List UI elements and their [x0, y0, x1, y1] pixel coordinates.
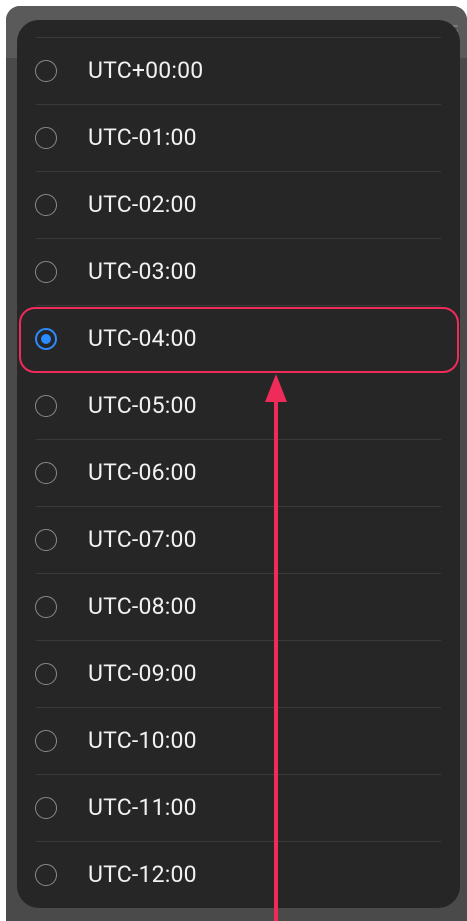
radio-unchecked-icon[interactable]	[35, 729, 57, 752]
timezone-option-label: UTC-02:00	[88, 191, 197, 218]
timezone-option[interactable]: UTC-02:00	[17, 171, 460, 238]
row-divider	[36, 439, 441, 440]
timezone-option[interactable]: UTC-01:00	[17, 104, 460, 171]
row-divider	[36, 37, 441, 38]
radio-unchecked-icon[interactable]	[35, 461, 57, 484]
row-divider	[36, 171, 441, 172]
timezone-option-label: UTC-10:00	[88, 727, 197, 754]
row-divider	[36, 774, 441, 775]
radio-unchecked-icon[interactable]	[35, 126, 57, 149]
row-divider	[36, 305, 441, 306]
radio-checked-icon[interactable]	[35, 327, 57, 350]
timezone-option[interactable]: UTC-07:00	[17, 506, 460, 573]
radio-unchecked-icon[interactable]	[35, 260, 57, 283]
arrow-up-icon	[265, 374, 287, 921]
timezone-option[interactable]: UTC-12:00	[17, 841, 460, 908]
timezone-option-label: UTC-09:00	[88, 660, 197, 687]
radio-unchecked-icon[interactable]	[35, 863, 57, 886]
row-divider	[36, 104, 441, 105]
row-divider	[36, 640, 441, 641]
timezone-option-label: UTC-03:00	[88, 258, 197, 285]
timezone-option[interactable]: UTC-09:00	[17, 640, 460, 707]
row-divider	[36, 707, 441, 708]
timezone-option-label: UTC+00:00	[88, 57, 204, 84]
row-divider	[36, 841, 441, 842]
row-divider	[36, 238, 441, 239]
timezone-option[interactable]: UTC-11:00	[17, 774, 460, 841]
timezone-option-label: UTC-08:00	[88, 593, 197, 620]
timezone-option[interactable]: UTC-08:00	[17, 573, 460, 640]
timezone-option-label: UTC-07:00	[88, 526, 197, 553]
timezone-option[interactable]: UTC+00:00	[17, 37, 460, 104]
timezone-picker-sheet: UTC+00:00 UTC-01:00 UTC-02:00 UTC-03:00 UTC-…	[17, 20, 460, 908]
timezone-option[interactable]: UTC-05:00	[17, 372, 460, 439]
timezone-option-label: UTC-06:00	[88, 459, 197, 486]
timezone-option-label: UTC-11:00	[88, 794, 197, 821]
timezone-option-label: UTC-04:00	[88, 325, 197, 352]
radio-unchecked-icon[interactable]	[35, 394, 57, 417]
timezone-option-label: UTC-01:00	[88, 124, 197, 151]
timezone-option[interactable]: UTC-04:00	[17, 305, 460, 372]
timezone-option-label: UTC-05:00	[88, 392, 197, 419]
row-divider	[36, 506, 441, 507]
radio-unchecked-icon[interactable]	[35, 193, 57, 216]
timezone-option[interactable]: UTC-10:00	[17, 707, 460, 774]
timezone-option[interactable]: UTC-03:00	[17, 238, 460, 305]
radio-unchecked-icon[interactable]	[35, 796, 57, 819]
row-divider	[36, 372, 441, 373]
timezone-option-label: UTC-12:00	[88, 861, 197, 888]
radio-unchecked-icon[interactable]	[35, 595, 57, 618]
timezone-option[interactable]: UTC-06:00	[17, 439, 460, 506]
row-divider	[36, 573, 441, 574]
radio-unchecked-icon[interactable]	[35, 662, 57, 685]
radio-unchecked-icon[interactable]	[35, 528, 57, 551]
radio-unchecked-icon[interactable]	[35, 59, 57, 82]
